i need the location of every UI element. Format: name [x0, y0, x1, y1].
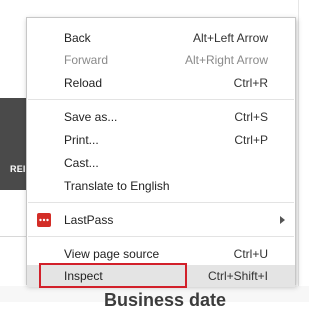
lastpass-icon	[37, 213, 51, 227]
menu-separator	[28, 99, 294, 100]
menu-item-label: Forward	[64, 53, 109, 67]
menu-item-translate[interactable]: Translate to English	[27, 175, 295, 197]
menu-separator	[28, 202, 294, 203]
menu-item-shortcut: Ctrl+R	[233, 76, 268, 90]
menu-item-save-as[interactable]: Save as... Ctrl+S	[27, 106, 295, 128]
menu-item-label: Reload	[64, 76, 103, 90]
menu-item-shortcut: Ctrl+P	[234, 133, 268, 147]
page-section-heading: Business date	[104, 290, 227, 310]
menu-item-shortcut: Alt+Left Arrow	[192, 31, 268, 45]
menu-item-label: LastPass	[64, 213, 114, 227]
menu-item-shortcut: Ctrl+S	[234, 110, 268, 124]
menu-item-back[interactable]: Back Alt+Left Arrow	[27, 27, 295, 49]
menu-item-view-source[interactable]: View page source Ctrl+U	[27, 243, 295, 265]
menu-item-print[interactable]: Print... Ctrl+P	[27, 129, 295, 151]
menu-item-label: Save as...	[64, 110, 118, 124]
menu-separator	[28, 236, 294, 237]
inspect-highlight-box	[39, 263, 187, 288]
menu-item-label: Translate to English	[64, 179, 170, 193]
menu-item-lastpass[interactable]: LastPass	[27, 209, 295, 231]
page-banner-label: REI	[10, 164, 26, 174]
menu-item-forward[interactable]: Forward Alt+Right Arrow	[27, 49, 295, 71]
menu-item-label: View page source	[64, 247, 160, 261]
menu-item-shortcut: Ctrl+Shift+I	[207, 269, 268, 283]
menu-item-label: Print...	[64, 133, 99, 147]
menu-item-reload[interactable]: Reload Ctrl+R	[27, 72, 295, 94]
submenu-arrow-icon	[280, 216, 285, 224]
menu-item-label: Back	[64, 31, 91, 45]
browser-context-menu: Back Alt+Left Arrow Forward Alt+Right Ar…	[26, 17, 296, 288]
menu-item-shortcut: Ctrl+U	[233, 247, 268, 261]
menu-item-shortcut: Alt+Right Arrow	[184, 53, 268, 67]
page-scroll-edge	[298, 0, 299, 302]
menu-item-cast[interactable]: Cast...	[27, 152, 295, 174]
menu-item-label: Cast...	[64, 156, 99, 170]
